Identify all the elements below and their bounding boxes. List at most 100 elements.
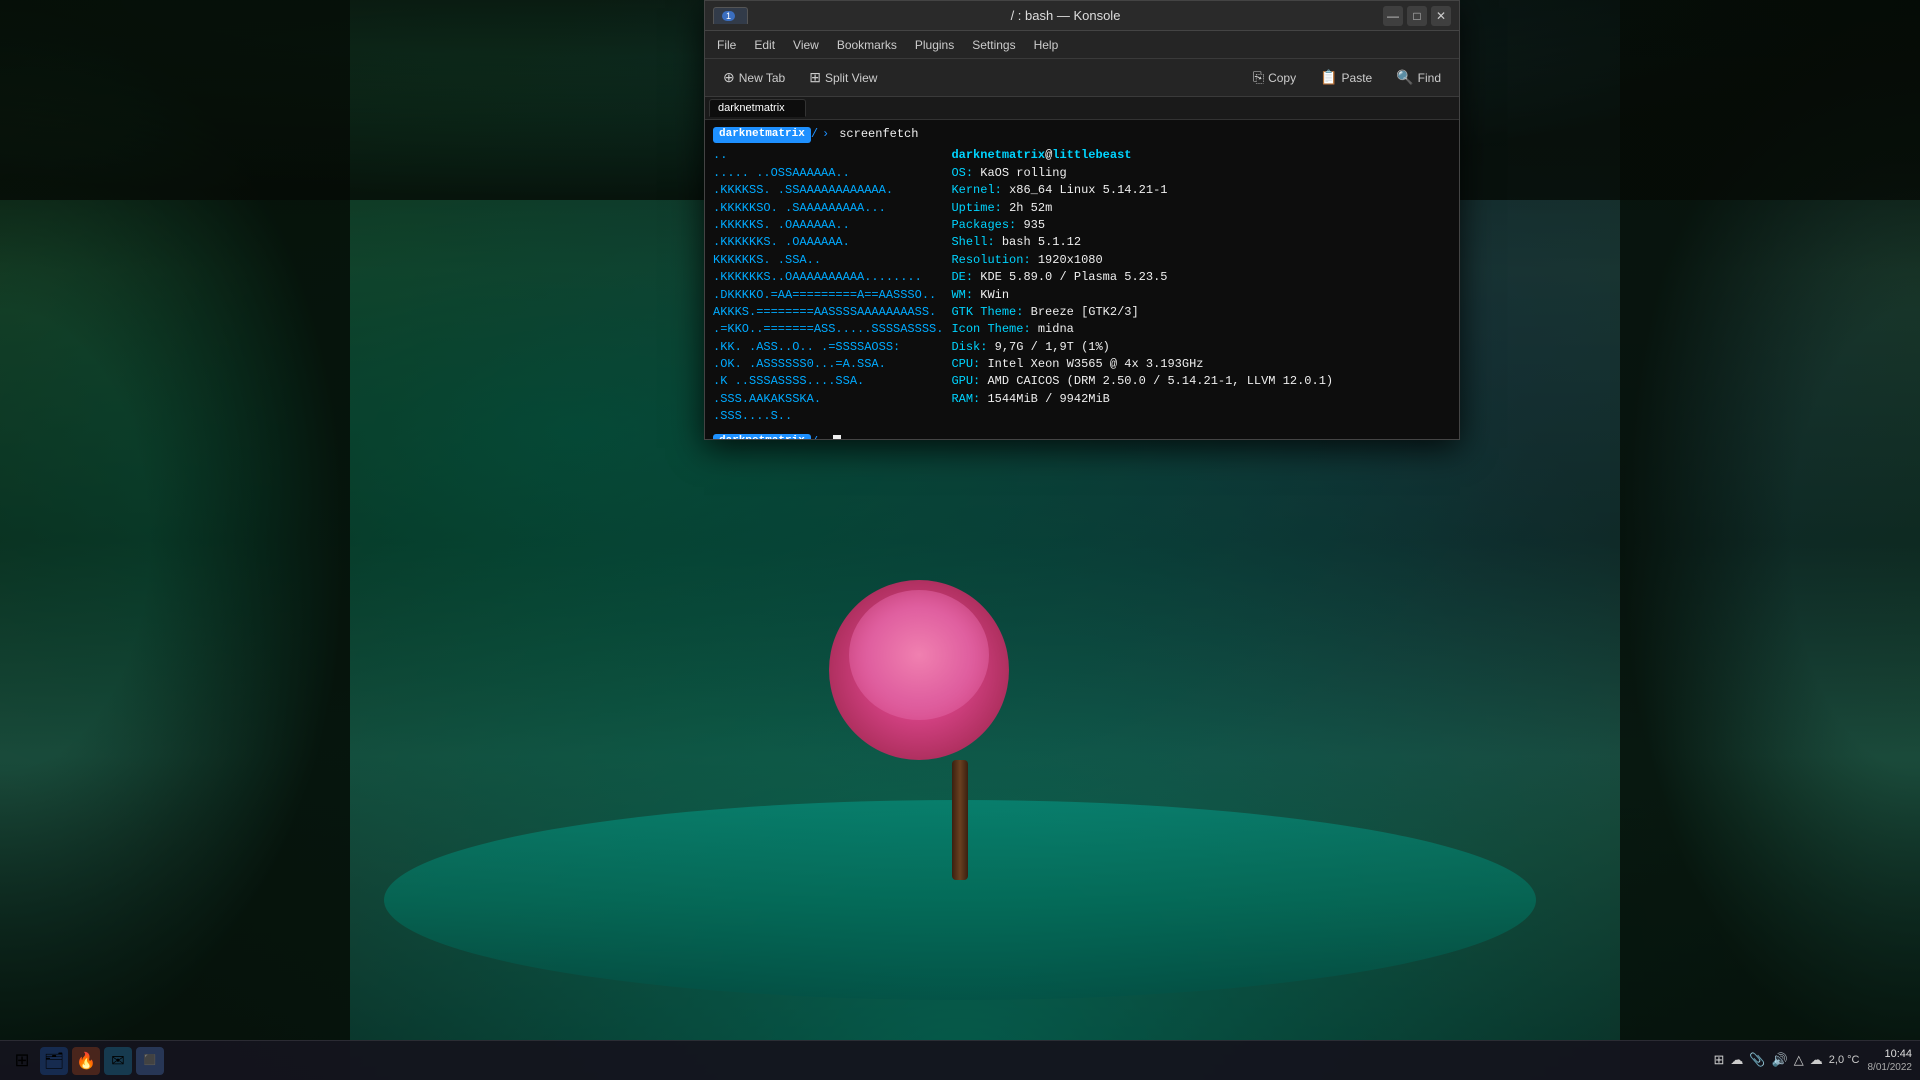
screenfetch-command: screenfetch [839,126,918,143]
menu-plugins[interactable]: Plugins [907,35,962,55]
ascii-line-1: .. [713,147,943,164]
tree-trunk [952,760,968,880]
find-icon: 🔍 [1396,69,1413,86]
window-title: / : bash — Konsole [748,8,1383,23]
title-tab: 1 [713,7,748,24]
split-view-label: Split View [825,71,877,85]
split-view-icon: ⊞ [809,69,821,86]
terminal-content[interactable]: darknetmatrix / › screenfetch .. ..... .… [705,120,1459,439]
info-resolution: Resolution: 1920x1080 [951,252,1333,269]
new-tab-icon: ⊕ [723,69,735,86]
info-username-host: darknetmatrix@littlebeast [951,147,1333,164]
paste-button[interactable]: 📋 Paste [1310,65,1382,90]
menu-view[interactable]: View [785,35,827,55]
prompt-arrow-1: › [822,126,829,143]
systray: ⊞ ☁ 📎 🔊 △ ☁ 2,0 °C [1714,1052,1860,1068]
info-packages: Packages: 935 [951,217,1333,234]
clock-time: 10:44 [1868,1047,1913,1061]
split-view-button[interactable]: ⊞ Split View [799,65,887,90]
info-disk: Disk: 9,7G / 1,9T (1%) [951,339,1333,356]
info-os: OS: KaOS rolling [951,165,1333,182]
ascii-line-3: .KKKKSS. .SSAAAAAAAAAAAA. [713,182,943,199]
systray-temp-value: 2,0 °C [1829,1054,1860,1066]
new-tab-button[interactable]: ⊕ New Tab [713,65,795,90]
find-label: Find [1418,71,1441,85]
toolbar-right: ⎘ Copy 📋 Paste 🔍 Find [1243,65,1451,90]
clock-date: 8/01/2022 [1868,1061,1913,1074]
terminal-tab-label: darknetmatrix [718,102,785,114]
cherry-blossom-tree [911,600,1009,880]
ascii-line-7: KKKKKKS. .SSA.. [713,252,943,269]
toolbar: ⊕ New Tab ⊞ Split View ⎘ Copy 📋 Paste 🔍 … [705,59,1459,97]
info-shell: Shell: bash 5.1.12 [951,234,1333,251]
info-kernel: Kernel: x86_64 Linux 5.14.21-1 [951,182,1333,199]
info-gtk-theme: GTK Theme: Breeze [GTK2/3] [951,304,1333,321]
taskbar-file-manager[interactable]: 🗂 [40,1047,68,1075]
ascii-line-14: .K ..SSSASSSS....SSA. [713,373,943,390]
prompt-directory-2: darknetmatrix [713,434,811,439]
menu-help[interactable]: Help [1026,35,1067,55]
screenfetch-output: .. ..... ..OSSAAAAAA.. .KKKKSS. .SSAAAAA… [713,147,1451,425]
info-gpu: GPU: AMD CAICOS (DRM 2.50.0 / 5.14.21-1,… [951,373,1333,390]
ascii-line-12: .KK. .ASS..O.. .=SSSSAOSS: [713,339,943,356]
menu-bar: File Edit View Bookmarks Plugins Setting… [705,31,1459,59]
close-button[interactable]: ✕ [1431,6,1451,26]
find-button[interactable]: 🔍 Find [1386,65,1451,90]
prompt-path-2: / [811,434,818,439]
copy-icon: ⎘ [1253,69,1264,86]
taskbar: ⊞ 🗂 🔥 ✉ ⬛ ⊞ ☁ 📎 🔊 △ ☁ 2,0 °C 10:44 8/01/… [0,1040,1920,1080]
ascii-line-13: .OK. .ASSSSSS0...=A.SSA. [713,356,943,373]
systray-audio-icon: 🔊 [1772,1052,1788,1068]
ascii-art-column: .. ..... ..OSSAAAAAA.. .KKKKSS. .SSAAAAA… [713,147,943,425]
taskbar-left: ⊞ 🗂 🔥 ✉ ⬛ [8,1047,164,1075]
new-tab-label: New Tab [739,71,785,85]
copy-button[interactable]: ⎘ Copy [1243,65,1306,90]
prompt-directory-1: darknetmatrix [713,127,811,143]
ascii-line-15: .SSS.AAKAKSSKA. [713,391,943,408]
taskbar-clock: 10:44 8/01/2022 [1868,1047,1913,1074]
info-wm: WM: KWin [951,287,1333,304]
info-cpu: CPU: Intel Xeon W3565 @ 4x 3.193GHz [951,356,1333,373]
terminal-tab-bar: darknetmatrix [705,97,1459,120]
systray-network-icon: △ [1794,1052,1804,1068]
systray-cloud-icon: ☁ [1810,1052,1823,1068]
paste-icon: 📋 [1320,69,1337,86]
window-controls: — □ ✕ [1383,6,1451,26]
tab-badge: 1 [722,11,735,21]
info-icon-theme: Icon Theme: midna [951,321,1333,338]
ascii-line-6: .KKKKKKS. .OAAAAAA. [713,234,943,251]
systray-clip-icon: 📎 [1749,1052,1765,1068]
systray-kde-icon: ⊞ [1714,1052,1725,1068]
info-host: littlebeast [1052,148,1131,162]
ascii-line-2: ..... ..OSSAAAAAA.. [713,165,943,182]
info-ram: RAM: 1544MiB / 9942MiB [951,391,1333,408]
prompt-path-1: / [811,126,818,143]
prompt-arrow-2: › [822,434,829,439]
ascii-line-9: .DKKKKO.=AA=========A==AASSSO.. [713,287,943,304]
taskbar-konsole[interactable]: ⬛ [136,1047,164,1075]
menu-settings[interactable]: Settings [964,35,1023,55]
terminal-inner: darknetmatrix / › screenfetch .. ..... .… [705,120,1459,439]
menu-file[interactable]: File [709,35,744,55]
info-username: darknetmatrix [951,148,1045,162]
ascii-line-16: .SSS....S.. [713,408,943,425]
menu-edit[interactable]: Edit [746,35,783,55]
info-de: DE: KDE 5.89.0 / Plasma 5.23.5 [951,269,1333,286]
title-bar: 1 / : bash — Konsole — □ ✕ [705,1,1459,31]
konsole-window: 1 / : bash — Konsole — □ ✕ File Edit Vie… [704,0,1460,440]
taskbar-app-menu[interactable]: ⊞ [8,1047,36,1075]
terminal-tab-active[interactable]: darknetmatrix [709,99,806,117]
ascii-line-4: .KKKKKSO. .SAAAAAAAAA... [713,200,943,217]
taskbar-firefox[interactable]: 🔥 [72,1047,100,1075]
prompt-line-1: darknetmatrix / › screenfetch [713,126,1451,143]
cursor-block [833,435,841,439]
minimize-button[interactable]: — [1383,6,1403,26]
menu-bookmarks[interactable]: Bookmarks [829,35,905,55]
taskbar-mail[interactable]: ✉ [104,1047,132,1075]
maximize-button[interactable]: □ [1407,6,1427,26]
info-uptime: Uptime: 2h 52m [951,200,1333,217]
taskbar-right: ⊞ ☁ 📎 🔊 △ ☁ 2,0 °C 10:44 8/01/2022 [1714,1047,1912,1074]
copy-label: Copy [1268,71,1296,85]
ascii-line-11: .=KKO..=======ASS.....SSSSASSSS. [713,321,943,338]
paste-label: Paste [1342,71,1373,85]
